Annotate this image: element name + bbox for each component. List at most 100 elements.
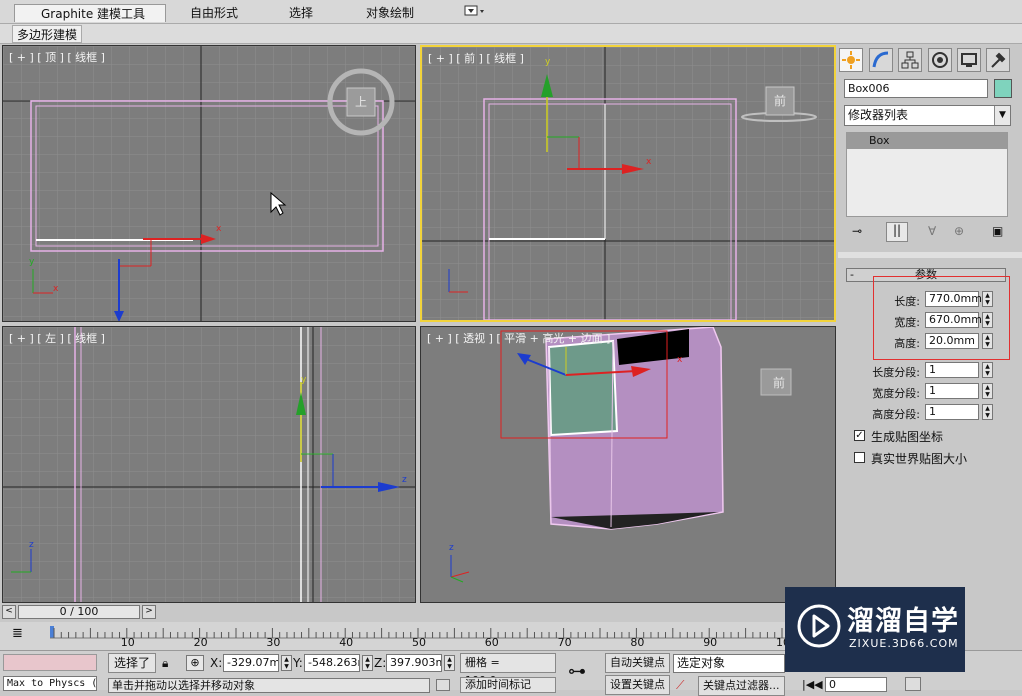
maxscript-listener[interactable] xyxy=(3,654,97,671)
axis-y-label: y xyxy=(29,257,35,267)
object-color-swatch[interactable] xyxy=(994,79,1012,98)
make-unique-icon[interactable]: ∀ xyxy=(928,224,936,238)
watermark-cn: 溜溜自学 xyxy=(847,606,959,637)
x-spinner[interactable]: ▲ ▼ xyxy=(281,655,292,671)
track-tick-label: 80 xyxy=(630,636,645,649)
auto-key-button[interactable]: 自动关键点 xyxy=(605,653,670,673)
mapcoords-checkbox[interactable]: ✓ xyxy=(854,430,865,441)
script-line[interactable]: Max to Physcs ( xyxy=(3,676,97,691)
frame-slider-thumb[interactable]: 0 / 100 xyxy=(18,605,140,619)
key-filters-button[interactable]: 关键点过滤器... xyxy=(698,676,785,696)
stack-item-box[interactable]: Box xyxy=(847,133,1007,149)
viewport-top[interactable]: [ + ] [ 顶 ] [ 线框 ] 上 x y x xyxy=(2,45,416,322)
viewcube-persp[interactable]: 前 xyxy=(767,374,791,394)
y-label: Y: xyxy=(293,656,303,670)
realworld-checkbox[interactable] xyxy=(854,452,865,463)
hierarchy-tab-icon[interactable] xyxy=(898,48,922,72)
viewport-front-label[interactable]: [ + ] [ 前 ] [ 线框 ] xyxy=(428,50,524,66)
axis-x-label: x xyxy=(646,157,652,167)
viewport-top-canvas xyxy=(3,46,415,321)
lock-icon[interactable]: 🔒︎ xyxy=(162,656,168,671)
tab-selection[interactable]: 选择 xyxy=(283,4,319,22)
tab-object-paint[interactable]: 对象绘制 xyxy=(360,4,420,22)
axis-z-label: z xyxy=(402,475,407,485)
time-slider[interactable]: < 0 / 100 > xyxy=(0,603,838,621)
configure-sets-icon[interactable]: ▣ xyxy=(992,224,1003,238)
viewcube-top[interactable]: 上 xyxy=(349,93,373,113)
tab-graphite[interactable]: Graphite 建模工具 xyxy=(14,4,166,22)
selection-set-dropdown[interactable]: 选定对象 xyxy=(673,654,785,673)
pin-stack-icon[interactable]: ⊸ xyxy=(852,224,862,238)
tab-freeform[interactable]: 自由形式 xyxy=(184,4,244,22)
selected-count: 选择了 xyxy=(108,653,156,673)
y-spinner[interactable]: ▲ ▼ xyxy=(362,655,373,671)
key-mode-icon[interactable]: ⟋ xyxy=(676,678,684,693)
track-tick-label: 30 xyxy=(266,636,281,649)
length-segs-spinner[interactable]: ▲ ▼ xyxy=(982,362,993,378)
viewport-left[interactable]: [ + ] [ 左 ] [ 线框 ] y z z xyxy=(2,326,416,603)
length-segs-input[interactable]: 1 xyxy=(925,362,979,378)
next-frame-icon[interactable]: > xyxy=(142,605,156,619)
track-ruler xyxy=(50,626,838,639)
x-coord-input[interactable]: -329.07mm xyxy=(223,654,279,672)
height-spinner[interactable]: ▲ ▼ xyxy=(982,333,993,349)
ribbon-dropdown-icon[interactable] xyxy=(458,4,488,22)
curve-editor-icon[interactable]: ≣ xyxy=(12,626,34,644)
viewcube-front[interactable]: 前 xyxy=(768,92,792,112)
viewport-perspective[interactable]: [ + ] [ 透视 ] [ 平滑 + 高光 + 边面 ] 前 x z xyxy=(420,326,836,603)
track-bar[interactable]: ≣ 10 20 30 40 50 60 70 80 90 10 xyxy=(0,622,838,650)
grid-size: 栅格 = 100.0mm xyxy=(460,653,556,687)
command-panel: Box006 修改器列表 ▼ Box ⊸ || ∀ ⊕ ▣ - 参数 长度: 770… xyxy=(838,44,1022,620)
absolute-mode-icon[interactable]: ⊕ xyxy=(186,655,204,671)
object-name-field[interactable]: Box006 xyxy=(844,79,988,98)
viewport-left-label[interactable]: [ + ] [ 左 ] [ 线框 ] xyxy=(9,330,105,346)
display-tab-icon[interactable] xyxy=(957,48,981,72)
width-label: 宽度: xyxy=(894,316,920,329)
width-input[interactable]: 670.0mm xyxy=(925,312,982,328)
prompt-line: 单击并拖动以选择并移动对象 xyxy=(108,678,430,693)
track-tick-label: 70 xyxy=(557,636,572,649)
ribbon: Graphite 建模工具 自由形式 选择 对象绘制 xyxy=(0,0,1022,24)
remove-modifier-icon[interactable]: ⊕ xyxy=(954,224,964,238)
play-logo-icon xyxy=(797,604,841,648)
axis-z-label: z xyxy=(29,540,34,550)
viewport-front[interactable]: [ + ] [ 前 ] [ 线框 ] 前 y x xyxy=(420,45,836,322)
modify-tab-icon[interactable] xyxy=(869,48,893,72)
width-spinner[interactable]: ▲ ▼ xyxy=(982,312,993,328)
set-key-icon[interactable]: ⊶ xyxy=(568,661,586,682)
stack-toolbar: ⊸ || ∀ ⊕ ▣ xyxy=(848,222,1013,244)
track-tick-label: 10 xyxy=(120,636,135,649)
axis-y-label: y xyxy=(545,57,551,67)
time-tag-icon[interactable] xyxy=(436,679,450,691)
axis-x-label: x xyxy=(53,284,59,294)
set-key-button[interactable]: 设置关键点 xyxy=(605,675,670,695)
modifier-list-label: 修改器列表 xyxy=(848,108,909,122)
track-tick-label: 90 xyxy=(703,636,718,649)
show-end-result-icon[interactable]: || xyxy=(886,222,908,242)
length-input[interactable]: 770.0mm xyxy=(925,291,982,307)
create-tab-icon[interactable] xyxy=(839,48,863,72)
viewport-top-label[interactable]: [ + ] [ 顶 ] [ 线框 ] xyxy=(9,49,105,65)
y-coord-input[interactable]: -548.263m xyxy=(304,654,360,672)
utilities-tab-icon[interactable] xyxy=(986,48,1010,72)
prev-frame-icon[interactable]: < xyxy=(2,605,16,619)
width-segs-input[interactable]: 1 xyxy=(925,383,979,399)
z-spinner[interactable]: ▲ ▼ xyxy=(444,655,455,671)
track-tick-label: 50 xyxy=(412,636,426,649)
length-segs-label: 长度分段: xyxy=(872,366,920,379)
height-input[interactable]: 20.0mm xyxy=(925,333,979,349)
track-tick-label: 60 xyxy=(484,636,499,649)
tab-poly-modeling[interactable]: 多边形建模 xyxy=(12,25,83,43)
time-config-icon[interactable] xyxy=(905,677,921,691)
add-time-tag[interactable]: 添加时间标记 xyxy=(460,677,556,693)
length-spinner[interactable]: ▲ ▼ xyxy=(982,291,993,307)
width-segs-spinner[interactable]: ▲ ▼ xyxy=(982,383,993,399)
viewport-persp-label[interactable]: [ + ] [ 透视 ] [ 平滑 + 高光 + 边面 ] xyxy=(427,330,610,346)
height-segs-spinner[interactable]: ▲ ▼ xyxy=(982,404,993,420)
z-coord-input[interactable]: 397.903mr xyxy=(386,654,442,672)
goto-start-icon[interactable]: |◀◀ xyxy=(802,678,823,691)
modifier-list-dropdown[interactable]: 修改器列表 ▼ xyxy=(844,105,1011,126)
height-segs-label: 高度分段: xyxy=(872,408,920,421)
height-segs-input[interactable]: 1 xyxy=(925,404,979,420)
motion-tab-icon[interactable] xyxy=(928,48,952,72)
